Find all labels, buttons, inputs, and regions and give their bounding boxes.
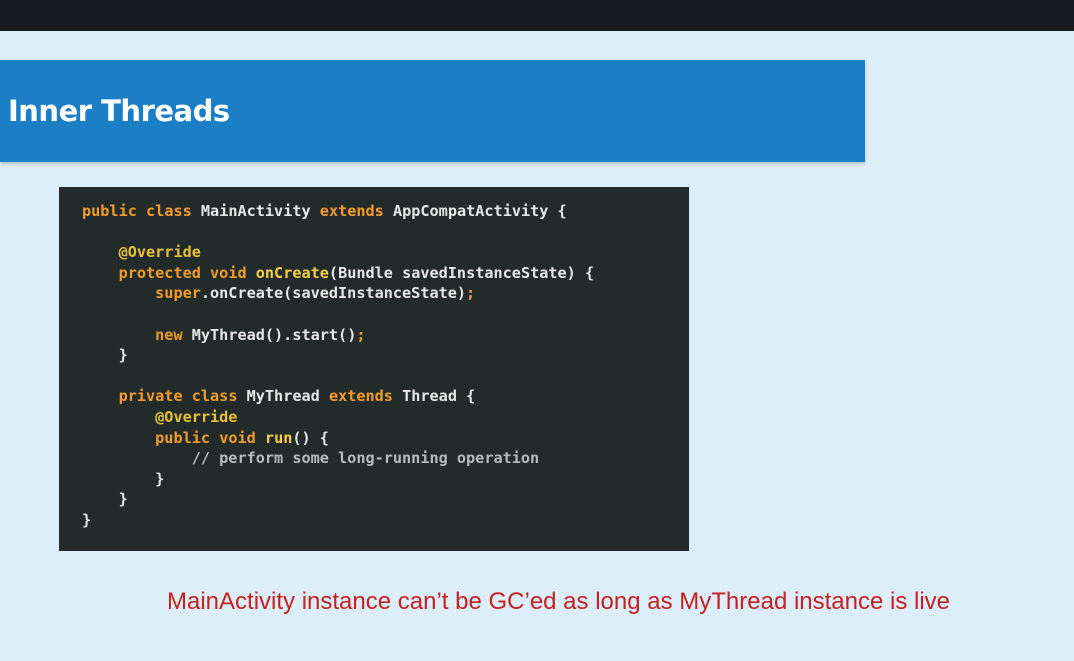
code-brace: } bbox=[118, 346, 128, 365]
code-annotation: @Override bbox=[118, 243, 201, 262]
code-line-16: } bbox=[82, 510, 594, 531]
code-class-name: MyThread bbox=[246, 387, 320, 406]
code-keyword: class bbox=[191, 387, 238, 406]
code-text: (Bundle savedInstanceState) { bbox=[328, 263, 595, 282]
code-brace: } bbox=[118, 490, 128, 509]
slide-title: Inner Threads bbox=[8, 94, 230, 128]
code-line-14: } bbox=[82, 469, 594, 490]
code-comment: // perform some long-running operation bbox=[191, 449, 540, 468]
code-keyword: protected bbox=[118, 263, 201, 282]
code-keyword: extends bbox=[319, 202, 384, 220]
code-text: Thread { bbox=[402, 387, 476, 406]
code-text: .onCreate(savedInstanceState) bbox=[200, 284, 467, 303]
slide-caption: MainActivity instance can’t be GC’ed as … bbox=[167, 588, 951, 615]
code-block: public class MainActivity extends AppCom… bbox=[82, 201, 594, 531]
code-line-11: @Override bbox=[82, 407, 594, 428]
code-keyword: class bbox=[146, 202, 192, 220]
code-annotation: @Override bbox=[155, 407, 238, 426]
code-line-7: new MyThread().start(); bbox=[82, 325, 594, 346]
code-line-12: public void run() { bbox=[82, 428, 594, 449]
code-brace: } bbox=[82, 510, 92, 529]
code-keyword: public bbox=[82, 202, 137, 220]
code-keyword: public bbox=[155, 428, 211, 447]
code-method-name: onCreate bbox=[255, 263, 329, 282]
code-line-15: } bbox=[82, 489, 594, 510]
code-line-3: @Override bbox=[82, 242, 594, 263]
code-class-name: MainActivity bbox=[200, 202, 311, 220]
code-text: MyThread().start() bbox=[191, 325, 357, 344]
code-semicolon: ; bbox=[356, 325, 366, 344]
code-line-4: protected void onCreate(Bundle savedInst… bbox=[82, 263, 595, 284]
code-method-name: run bbox=[264, 428, 293, 447]
code-line-13: // perform some long-running operation bbox=[82, 448, 594, 469]
code-keyword: extends bbox=[328, 387, 393, 406]
code-line-10: private class MyThread extends Thread { bbox=[82, 386, 594, 407]
code-text: AppCompatActivity { bbox=[392, 202, 567, 220]
code-keyword: super bbox=[155, 284, 201, 303]
code-brace: } bbox=[155, 469, 165, 488]
code-keyword: private bbox=[118, 387, 183, 406]
code-semicolon: ; bbox=[466, 284, 476, 303]
code-keyword: void bbox=[210, 263, 247, 282]
code-line-8: } bbox=[82, 345, 594, 366]
code-line-1: public class MainActivity extends AppCom… bbox=[82, 201, 594, 222]
code-line-5: super.onCreate(savedInstanceState); bbox=[82, 283, 594, 304]
top-bar bbox=[0, 0, 1074, 31]
code-keyword: void bbox=[219, 428, 256, 447]
code-text: () { bbox=[292, 428, 329, 447]
code-keyword: new bbox=[155, 325, 183, 344]
